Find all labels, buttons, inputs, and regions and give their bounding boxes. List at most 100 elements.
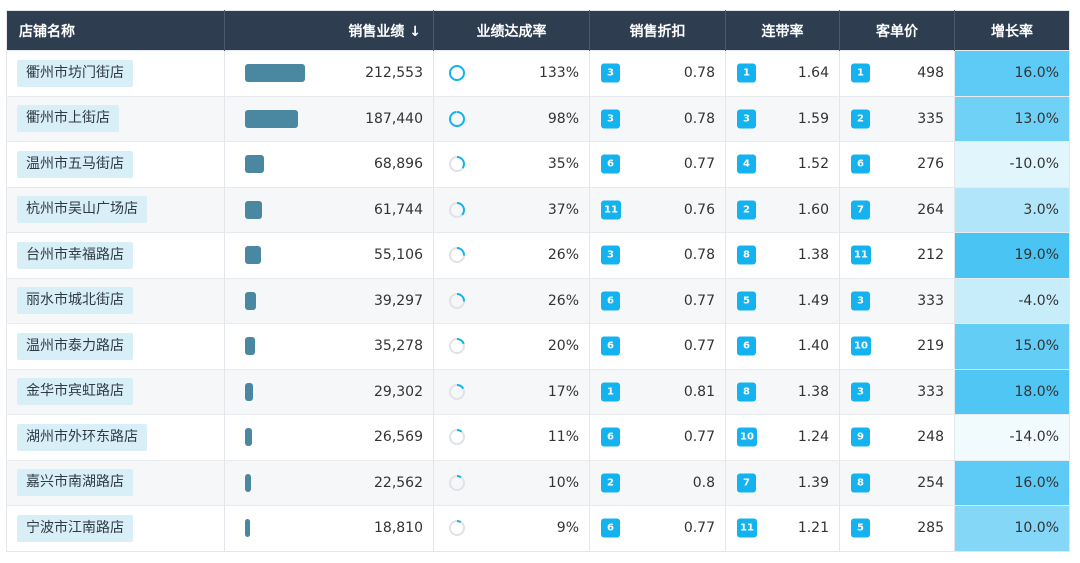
store-name-tag[interactable]: 衢州市上街店 — [17, 105, 119, 133]
progress-ring-arc — [449, 65, 465, 82]
sales-bar — [245, 428, 252, 447]
table-row[interactable]: 湖州市外环东路店 26,569 11% 6 0.77 10 1.24 9 248 -14.0% — [6, 414, 1070, 460]
col-header-sales[interactable]: 销售业绩 ↓ — [224, 10, 434, 51]
store-name-tag[interactable]: 湖州市外环东路店 — [17, 423, 147, 451]
table-row[interactable]: 嘉兴市南湖路店 22,562 10% 2 0.8 7 1.39 8 254 16.0% — [6, 459, 1070, 506]
discount-cell: 11 0.76 — [589, 186, 726, 233]
col-header-attach-rate[interactable]: 连带率 — [725, 10, 840, 51]
progress-ring-icon — [449, 110, 465, 127]
sales-value: 26,569 — [374, 429, 423, 446]
rank-badge: 6 — [601, 518, 620, 538]
sales-bar — [245, 337, 255, 356]
attach-rate-cell: 5 1.49 — [725, 277, 840, 324]
achievement-cell: 11% — [433, 414, 590, 460]
table-row[interactable]: 宁波市江南路店 18,810 9% 6 0.77 11 1.21 5 285 10.0% — [6, 505, 1070, 551]
sales-value: 35,278 — [374, 338, 423, 355]
col-header-achievement[interactable]: 业绩达成率 — [433, 10, 590, 51]
growth-value: 13.0% — [1014, 110, 1059, 127]
sales-bar — [245, 519, 250, 538]
rank-badge: 7 — [851, 200, 870, 220]
rank-badge: 2 — [737, 200, 756, 220]
growth-value: -4.0% — [1018, 292, 1059, 309]
store-name-tag[interactable]: 金华市宾虹路店 — [17, 378, 133, 406]
sales-cell: 187,440 — [224, 95, 434, 142]
rank-badge: 4 — [737, 154, 756, 174]
table-body: 衢州市坊门街店 212,553 133% 3 0.78 1 1.64 1 498 16.0% 衢州市… — [6, 50, 1070, 551]
achievement-cell: 133% — [433, 50, 590, 96]
table-row[interactable]: 金华市宾虹路店 29,302 17% 1 0.81 8 1.38 3 333 18.0% — [6, 368, 1070, 415]
store-name-tag[interactable]: 嘉兴市南湖路店 — [17, 469, 133, 497]
rank-badge: 1 — [851, 63, 870, 83]
store-name-cell: 台州市幸福路店 — [6, 232, 225, 278]
rank-badge: 8 — [737, 245, 756, 265]
sales-cell: 39,297 — [224, 277, 434, 324]
sales-cell: 18,810 — [224, 505, 434, 551]
store-name-cell: 湖州市外环东路店 — [6, 414, 225, 460]
store-name-tag[interactable]: 宁波市江南路店 — [17, 514, 133, 542]
growth-value: -14.0% — [1009, 429, 1059, 446]
col-header-growth[interactable]: 增长率 — [954, 10, 1070, 51]
growth-cell: 18.0% — [954, 368, 1070, 415]
table-row[interactable]: 丽水市城北街店 39,297 26% 6 0.77 5 1.49 3 333 -4.0% — [6, 277, 1070, 324]
store-name-tag[interactable]: 温州市泰力路店 — [17, 332, 133, 360]
attach-rate-cell: 2 1.60 — [725, 186, 840, 233]
sales-value: 61,744 — [374, 201, 423, 218]
unit-price-cell: 9 248 — [839, 414, 955, 460]
rank-badge: 6 — [851, 154, 870, 174]
attach-rate-cell: 4 1.52 — [725, 141, 840, 187]
store-name-tag[interactable]: 衢州市坊门街店 — [17, 59, 133, 87]
store-name-cell: 金华市宾虹路店 — [6, 368, 225, 415]
rank-badge: 3 — [601, 63, 620, 83]
progress-ring-icon — [449, 383, 465, 400]
store-name-cell: 杭州市吴山广场店 — [6, 186, 225, 233]
store-name-tag[interactable]: 杭州市吴山广场店 — [17, 196, 147, 224]
rank-badge: 11 — [737, 518, 757, 538]
growth-value: 18.0% — [1014, 383, 1059, 400]
sales-cell: 61,744 — [224, 186, 434, 233]
progress-ring-icon — [449, 474, 465, 491]
table-row[interactable]: 衢州市坊门街店 212,553 133% 3 0.78 1 1.64 1 498 16.0% — [6, 50, 1070, 96]
table-row[interactable]: 台州市幸福路店 55,106 26% 3 0.78 8 1.38 11 212 19.0% — [6, 232, 1070, 278]
unit-price-cell: 2 335 — [839, 95, 955, 142]
attach-rate-cell: 6 1.40 — [725, 323, 840, 369]
rank-badge: 7 — [737, 473, 756, 493]
achievement-cell: 37% — [433, 186, 590, 233]
store-name-cell: 丽水市城北街店 — [6, 277, 225, 324]
discount-cell: 6 0.77 — [589, 505, 726, 551]
store-performance-table: 店铺名称 销售业绩 ↓ 业绩达成率 销售折扣 连带率 客单价 增长率 衢州市坊门… — [6, 10, 1070, 552]
unit-price-cell: 3 333 — [839, 368, 955, 415]
table-row[interactable]: 衢州市上街店 187,440 98% 3 0.78 3 1.59 2 335 13.0% — [6, 95, 1070, 142]
sales-cell: 35,278 — [224, 323, 434, 369]
table-row[interactable]: 温州市泰力路店 35,278 20% 6 0.77 6 1.40 10 219 15.0% — [6, 323, 1070, 369]
store-name-tag[interactable]: 台州市幸福路店 — [17, 241, 133, 269]
rank-badge: 8 — [737, 382, 756, 402]
col-header-unit-price[interactable]: 客单价 — [839, 10, 955, 51]
discount-cell: 3 0.78 — [589, 50, 726, 96]
sales-value: 55,106 — [374, 247, 423, 264]
store-name-cell: 温州市泰力路店 — [6, 323, 225, 369]
col-header-store[interactable]: 店铺名称 — [6, 10, 225, 51]
sales-cell: 68,896 — [224, 141, 434, 187]
sales-bar — [245, 246, 261, 265]
sales-value: 29,302 — [374, 383, 423, 400]
discount-cell: 6 0.77 — [589, 323, 726, 369]
achievement-cell: 17% — [433, 368, 590, 415]
store-name-cell: 衢州市上街店 — [6, 95, 225, 142]
achievement-cell: 35% — [433, 141, 590, 187]
rank-badge: 3 — [737, 109, 756, 129]
col-header-discount[interactable]: 销售折扣 — [589, 10, 726, 51]
growth-cell: -4.0% — [954, 277, 1070, 324]
table-row[interactable]: 杭州市吴山广场店 61,744 37% 11 0.76 2 1.60 7 264 3.0% — [6, 186, 1070, 233]
store-name-tag[interactable]: 丽水市城北街店 — [17, 287, 133, 315]
growth-value: 10.0% — [1014, 520, 1059, 537]
table-row[interactable]: 温州市五马街店 68,896 35% 6 0.77 4 1.52 6 276 -10.0% — [6, 141, 1070, 187]
discount-cell: 3 0.78 — [589, 95, 726, 142]
progress-ring-arc — [449, 110, 465, 127]
growth-cell: 19.0% — [954, 232, 1070, 278]
sales-cell: 212,553 — [224, 50, 434, 96]
growth-value: 19.0% — [1014, 247, 1059, 264]
growth-cell: -10.0% — [954, 141, 1070, 187]
growth-cell: 15.0% — [954, 323, 1070, 369]
discount-cell: 2 0.8 — [589, 459, 726, 506]
store-name-tag[interactable]: 温州市五马街店 — [17, 150, 133, 178]
